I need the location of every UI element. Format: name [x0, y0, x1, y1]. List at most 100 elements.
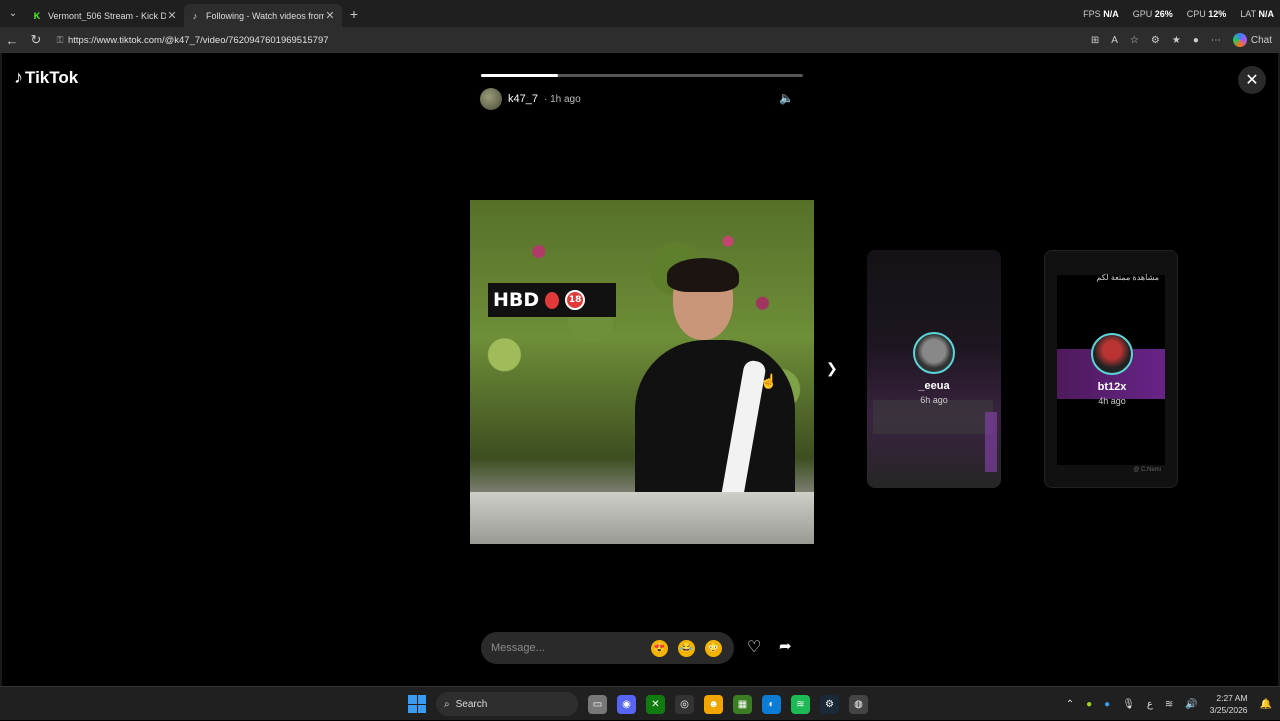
app-available-icon[interactable]: ⊞: [1091, 35, 1099, 46]
volume-icon[interactable]: 🔈: [779, 91, 794, 105]
taskbar-clock[interactable]: 2:27 AM 3/25/2026: [1210, 692, 1248, 716]
side-story-card[interactable]: مشاهدة ممتعة لكم bt12x 4h ago @ C.Nemi: [1044, 250, 1178, 488]
author-avatar[interactable]: [480, 88, 502, 110]
story-progress-fill: [481, 74, 559, 77]
profile-avatar-icon[interactable]: ●: [1193, 35, 1199, 46]
hbd-sticker: HBD 18: [488, 283, 616, 317]
windows-taskbar: ⌕ Search ▭ ◉ ✕ ◎ ☻ ▦ ◐ ≋ ⚙ ◍ ⌃ ● ● 🎙 ع ≋…: [0, 686, 1280, 720]
taskbar-search[interactable]: ⌕ Search: [436, 692, 578, 716]
story-username: _eeua: [918, 380, 950, 392]
story-author[interactable]: k47_7 · 1h ago: [480, 88, 581, 110]
copilot-chat-button[interactable]: Chat: [1232, 33, 1272, 47]
close-tab-icon[interactable]: ✕: [166, 9, 178, 22]
story-username: bt12x: [1097, 381, 1127, 393]
notification-bell-icon[interactable]: 🔔: [1260, 699, 1272, 710]
message-input[interactable]: [491, 642, 641, 654]
wifi-icon[interactable]: ≋: [1165, 699, 1173, 710]
address-bar-icons: ⊞ A ☆ ⚙ ★ ● ⋯ Chat: [1091, 27, 1272, 53]
language-indicator[interactable]: ع: [1147, 699, 1153, 710]
tiktok-favicon-icon: ♪: [192, 10, 198, 21]
age-badge: 18: [565, 290, 586, 310]
tab-kick[interactable]: K Vermont_506 Stream - Kick Dashbo ✕: [26, 4, 184, 27]
xbox-icon[interactable]: ✕: [646, 694, 665, 714]
browser-address-bar: ← ↻ ⚿ https://www.tiktok.com/@k47_7/vide…: [0, 27, 1280, 53]
copilot-icon: [1232, 33, 1247, 47]
browser-tab-bar: ⌄ K Vermont_506 Stream - Kick Dashbo ✕ ♪…: [0, 0, 1280, 27]
close-tab-icon[interactable]: ✕: [324, 9, 336, 22]
steam-icon[interactable]: ⚙: [820, 694, 839, 714]
tiktok-story-viewer: ♪ TikTok k47_7 · 1h ago 🔈 ✕ HBD 18 ❯ _ee…: [0, 53, 1280, 686]
story-video[interactable]: HBD 18: [470, 200, 814, 544]
side-story-card[interactable]: _eeua 6h ago: [867, 250, 1001, 488]
like-heart-icon[interactable]: ♡: [747, 637, 761, 657]
github-desktop-icon[interactable]: ◎: [675, 694, 694, 714]
cpu-readout: CPU 12%: [1186, 8, 1227, 19]
fps-readout: FPS N/A: [1083, 8, 1119, 19]
planter-wall: [470, 492, 814, 544]
url-field[interactable]: ⚿ https://www.tiktok.com/@k47_7/video/76…: [52, 30, 1102, 50]
tiktok-logo[interactable]: ♪ TikTok: [14, 67, 78, 88]
spotify-icon[interactable]: ≋: [791, 694, 810, 714]
minecraft-icon[interactable]: ▦: [733, 694, 752, 714]
story-watermark: @ C.Nemi: [1133, 467, 1161, 473]
share-arrow-icon[interactable]: ➦: [779, 637, 792, 655]
clock-date: 3/25/2026: [1209, 705, 1248, 715]
url-text: https://www.tiktok.com/@k47_7/video/7620…: [68, 34, 329, 46]
system-tray: ⌃ ● ● 🎙 ع ≋ 🔊 2:27 AM 3/25/2026 🔔: [1066, 687, 1272, 721]
close-viewer-button[interactable]: ✕: [1238, 66, 1266, 94]
chat-app-icon[interactable]: ☻: [704, 694, 723, 714]
search-label: Search: [455, 698, 488, 710]
story-timestamp: · 1h ago: [543, 93, 581, 105]
hbd-text: HBD: [493, 289, 540, 311]
obs-icon[interactable]: ◍: [849, 694, 868, 714]
message-bar: 😍 😂 😳: [481, 632, 734, 664]
performance-overlay: FPS N/A GPU 26% CPU 12% LAT N/A: [1083, 0, 1274, 27]
read-aloud-icon[interactable]: A: [1111, 35, 1118, 46]
story-progress-bar: [481, 74, 803, 77]
taskbar-apps: ⌕ Search ▭ ◉ ✕ ◎ ☻ ▦ ◐ ≋ ⚙ ◍: [408, 687, 868, 721]
heart-eyes-emoji-icon[interactable]: 😍: [651, 639, 668, 657]
tab-title: Following - Watch videos from cre: [206, 10, 324, 21]
tab-title: Vermont_506 Stream - Kick Dashbo: [48, 10, 166, 21]
favorite-star-icon[interactable]: ☆: [1130, 35, 1139, 46]
next-story-arrow-icon[interactable]: ❯: [826, 360, 838, 377]
favorites-icon[interactable]: ★: [1172, 35, 1181, 46]
story-avatar[interactable]: [913, 332, 955, 374]
speaker-icon[interactable]: 🔊: [1185, 699, 1197, 710]
person-hair: [667, 258, 739, 292]
story-time: 6h ago: [920, 395, 948, 405]
microphone-icon[interactable]: 🎙: [1122, 699, 1135, 710]
extensions-icon[interactable]: ⚙: [1151, 35, 1160, 46]
discord-icon[interactable]: ◉: [617, 694, 636, 714]
search-icon: ⌕: [444, 698, 450, 710]
gpu-readout: GPU 26%: [1132, 8, 1173, 19]
tray-app-icon[interactable]: ●: [1086, 699, 1092, 710]
laughing-emoji-icon[interactable]: 😂: [678, 639, 695, 657]
story-avatar[interactable]: [1091, 333, 1133, 375]
shocked-emoji-icon[interactable]: 😳: [705, 639, 722, 657]
author-username[interactable]: k47_7: [508, 93, 538, 105]
refresh-icon[interactable]: ↻: [24, 32, 48, 48]
kick-favicon-icon: K: [33, 10, 41, 21]
latency-readout: LAT N/A: [1240, 8, 1274, 19]
story-time: 4h ago: [1098, 396, 1126, 406]
chat-label: Chat: [1250, 34, 1272, 46]
tab-tiktok[interactable]: ♪ Following - Watch videos from cre ✕: [184, 4, 342, 27]
back-arrow-icon[interactable]: ←: [0, 33, 24, 48]
edge-browser-icon[interactable]: ◐: [762, 694, 781, 714]
desk-setup: [873, 400, 993, 434]
file-explorer-icon[interactable]: ▭: [588, 694, 607, 714]
tab-actions-menu-icon[interactable]: ⌄: [0, 0, 26, 27]
rgb-light: [985, 412, 997, 472]
close-icon: ✕: [1245, 72, 1259, 89]
tiktok-logo-text: TikTok: [25, 67, 79, 87]
tray-chevron-icon[interactable]: ⌃: [1066, 699, 1074, 710]
more-menu-icon[interactable]: ⋯: [1211, 35, 1221, 46]
windows-start-icon[interactable]: [408, 695, 426, 713]
clock-time: 2:27 AM: [1216, 693, 1248, 703]
new-tab-button[interactable]: +: [342, 6, 366, 22]
tray-app-icon[interactable]: ●: [1104, 699, 1110, 710]
hand-cursor-icon: ☝: [760, 373, 778, 389]
balloon-icon: [545, 291, 560, 309]
site-info-icon[interactable]: ⚿: [52, 35, 68, 46]
